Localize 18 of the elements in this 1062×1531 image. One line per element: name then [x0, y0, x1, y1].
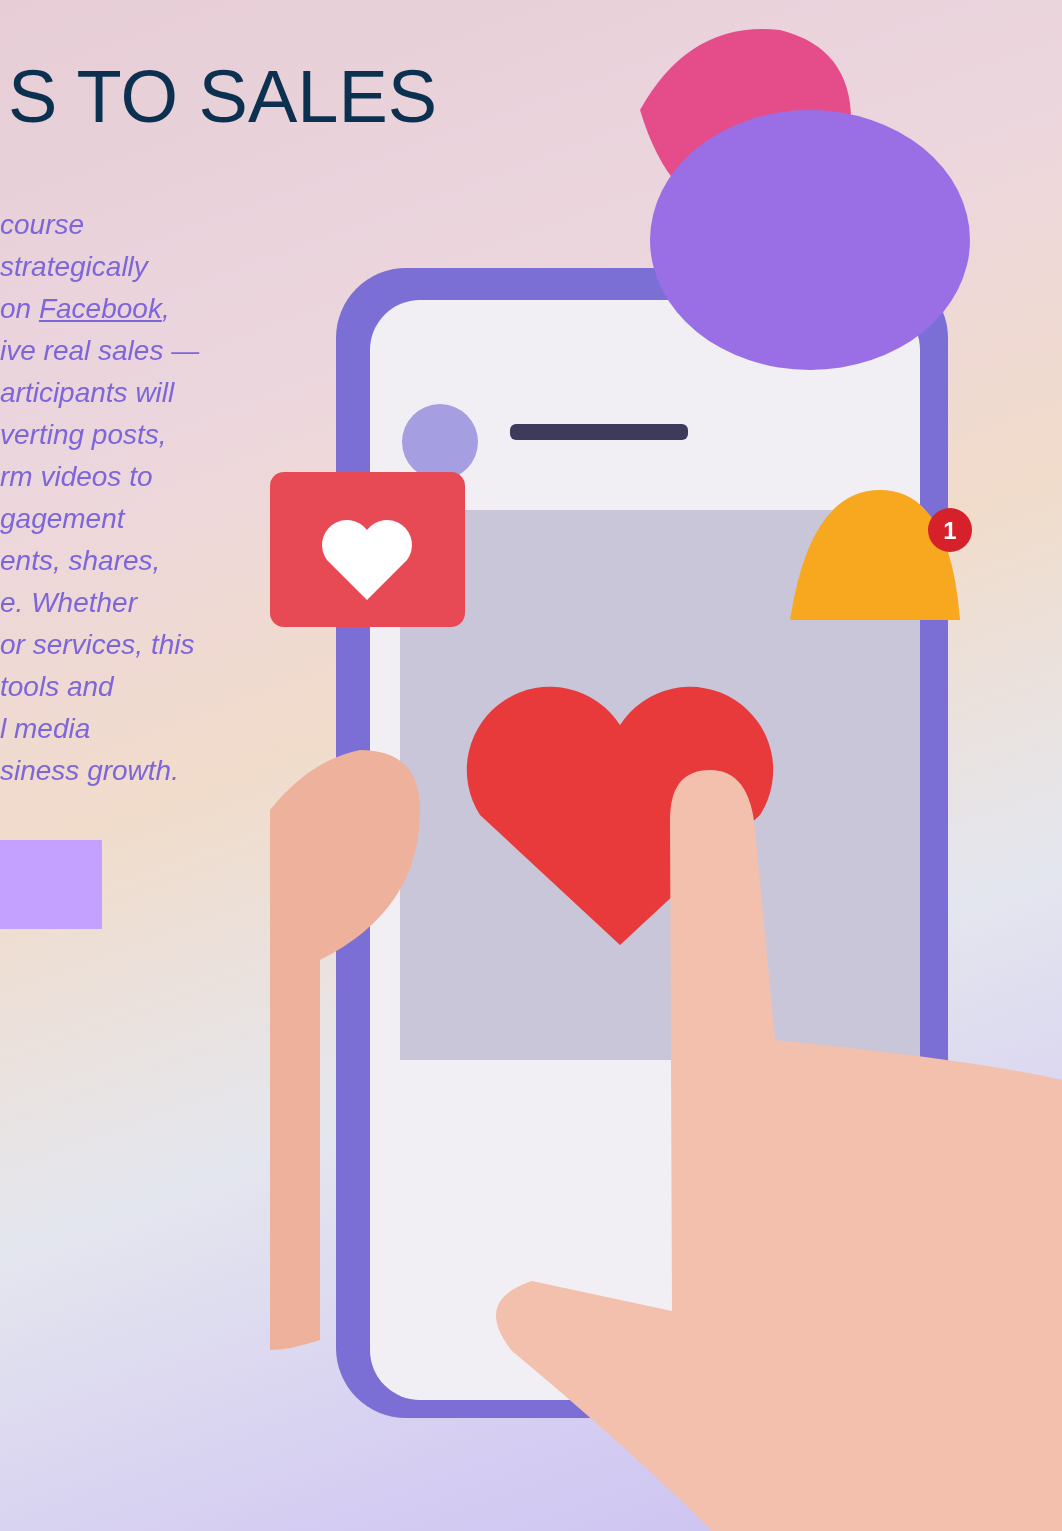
paragraph-line: rm videos to [0, 460, 154, 494]
paragraph-line: articipants will [0, 376, 176, 410]
paragraph-line: siness growth. [0, 754, 180, 788]
paragraph-line: verting posts, [0, 418, 168, 452]
paragraph-line: or services, this [0, 628, 196, 662]
notification-count: 1 [943, 517, 957, 544]
paragraph-line: strategically [0, 250, 150, 284]
paragraph-line: course [0, 208, 86, 242]
paragraph-line: ents, shares, [0, 544, 162, 578]
paragraph-line: gagement [0, 502, 127, 536]
paragraph-line: ive real sales — [0, 334, 200, 368]
call-to-action-button[interactable] [0, 840, 102, 929]
heading: S TO SALES [7, 54, 438, 140]
paragraph-line: e. Whether [0, 586, 139, 620]
paragraph-line: tools and [0, 670, 116, 704]
facebook-link[interactable]: Facebook [38, 293, 162, 324]
paragraph-line: l media [0, 712, 92, 746]
paragraph-line: on Facebook, [0, 292, 171, 326]
